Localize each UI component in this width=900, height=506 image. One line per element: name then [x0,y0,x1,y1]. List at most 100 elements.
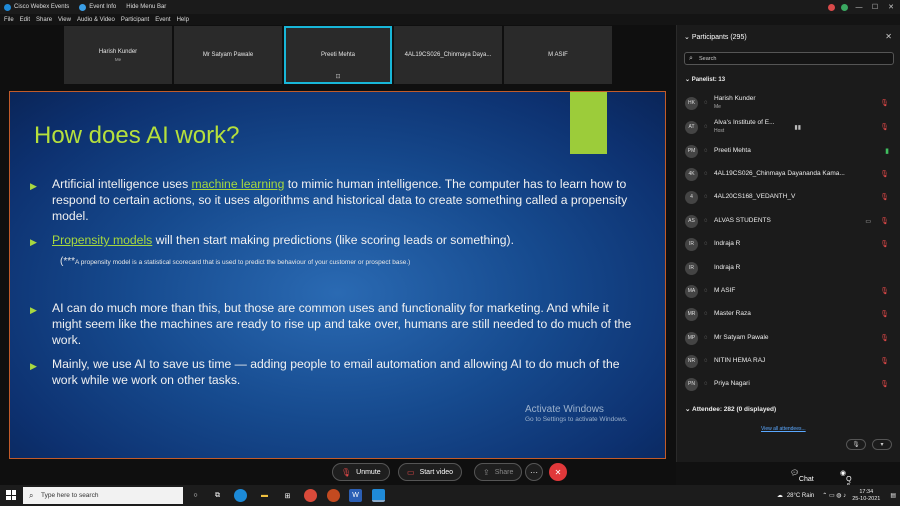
participant-row[interactable]: IR ◌ Indraja R 🎙︎ [685,234,891,254]
webex-logo-icon [4,3,11,11]
participant-row[interactable]: NR ◌ NITIN HEMA RAJ 🎙︎ [685,351,891,371]
file-explorer-icon[interactable]: ▬ [258,489,271,502]
audio-connection-icon: ◌ [704,100,708,106]
cortana-icon[interactable]: ○ [189,489,202,502]
chrome-icon[interactable] [304,489,317,502]
more-options-button[interactable]: ▾ [872,439,892,450]
thumbnail-name: M ASIF [548,52,568,58]
participant-row[interactable]: AT ◌ Alva's Institute of E... Host ▮▮ 🎙︎ [685,117,891,137]
participant-name-block: Priya Nagari [714,380,750,388]
participant-row[interactable]: PM ◌ Preeti Mehta ▮ [685,141,891,161]
taskbar-search-input[interactable]: ⌕ Type here to search [23,487,183,504]
chevron-down-icon: ⌄ [685,77,692,83]
avatar: 4K [685,167,698,181]
footnote-prefix: (*** [60,256,76,267]
leave-meeting-button[interactable]: ✕ [549,463,567,481]
windows-start-button[interactable] [6,490,16,500]
participant-row[interactable]: MA ◌ M ASIF 🎙︎ [685,281,891,301]
participants-header[interactable]: ⌄ Participants (295) [684,33,747,41]
start-video-button[interactable]: ▭ Start video [398,463,463,481]
footnote-text: A propensity model is a statistical scor… [75,259,411,266]
more-options-button[interactable]: ··· [525,463,543,481]
notification-center-icon[interactable]: ▤ [890,492,896,499]
panelist-section-header[interactable]: ⌄ Panelist: 13 [685,76,725,83]
view-all-attendees-link[interactable]: View all attendees... [761,426,806,432]
video-thumbnail[interactable]: Mr Satyam Pawale [174,26,282,84]
maximize-button[interactable]: ☐ [870,3,880,11]
close-window-button[interactable]: ✕ [886,3,896,11]
minimize-button[interactable]: — [854,4,864,11]
hide-menu-bar-button[interactable]: Hide Menu Bar [126,4,166,10]
meeting-stage: Harish Kunder Me Mr Satyam Pawale Preeti… [0,25,676,462]
propensity-models-link[interactable]: Propensity models [52,233,152,247]
avatar: IR [685,237,698,251]
windows-taskbar: ⌕ Type here to search ○ ⧉ ▬ ⊞ W ☁ 28°C R… [0,485,900,506]
mic-muted-icon[interactable]: 🎙︎ [880,99,889,107]
meeting-controls: 🎙︎ Unmute ▭ Start video ⇪ Share ··· ✕ [0,462,676,485]
participant-row[interactable]: MP ◌ Mr Satyam Pawale 🎙︎ [685,328,891,348]
video-thumbnail[interactable]: Harish Kunder Me [64,26,172,84]
participant-row[interactable]: IR Indraja R [685,258,891,278]
mic-muted-icon[interactable]: 🎙︎ [880,123,889,131]
menu-event[interactable]: Event [155,17,170,23]
menu-participant[interactable]: Participant [121,17,149,23]
qa-button[interactable]: ◉ Q & A [840,469,852,497]
share-button[interactable]: ⇪ Share [474,463,523,481]
weather-text[interactable]: 28°C Rain [787,493,814,499]
attendee-section-header[interactable]: ⌄ Attendee: 282 (0 displayed) [685,405,776,413]
audio-connection-icon: ◌ [704,148,708,154]
video-camera-icon[interactable]: ▭ [865,218,871,225]
menu-file[interactable]: File [4,17,14,23]
menu-edit[interactable]: Edit [20,17,30,23]
menu-share[interactable]: Share [36,17,52,23]
video-thumbnail[interactable]: M ASIF [504,26,612,84]
word-icon[interactable]: W [349,489,362,502]
participant-name-block: ALVAS STUDENTS [714,217,771,225]
participant-row[interactable]: HK ◌ Harish Kunder Me 🎙︎ [685,93,891,113]
event-info-button[interactable]: Event Info [79,3,116,11]
mic-on-icon[interactable]: ▮ [885,147,889,155]
mute-all-button[interactable]: 🎙︎ [846,439,866,450]
hide-menu-label: Hide Menu Bar [126,4,167,10]
close-panel-button[interactable]: ✕ [885,32,892,41]
mic-muted-icon[interactable]: 🎙︎ [880,240,889,248]
user-avatar-icon[interactable] [841,3,848,11]
mic-muted-icon[interactable]: 🎙︎ [880,310,889,318]
participant-row[interactable]: PN ◌ Priya Nagari 🎙︎ [685,374,891,394]
mic-muted-icon[interactable]: 🎙︎ [880,334,889,342]
participant-row[interactable]: MR ◌ Master Raza 🎙︎ [685,304,891,324]
participant-row[interactable]: 4K ◌ 4AL19CS026_Chinmaya Dayananda Kama.… [685,164,891,184]
participants-panel: ⌄ Participants (295) ✕ ⌕ Search ⌄ Paneli… [676,25,900,462]
unmute-label: Unmute [356,468,381,476]
taskbar-clock[interactable]: 17:34 25-10-2021 [852,489,880,503]
mic-muted-icon[interactable]: 🎙︎ [880,193,889,201]
task-view-icon[interactable]: ⧉ [211,489,224,502]
video-thumbnail-active-speaker[interactable]: Preeti Mehta ⊡ [284,26,392,84]
mic-muted-icon[interactable]: 🎙︎ [880,287,889,295]
tray-icons[interactable]: ⌃ ▭ ◍ ♪ [822,492,846,499]
chrome-icon[interactable] [327,489,340,502]
slide-bullet: ▶ AI can do much more than this, but tho… [30,300,640,348]
audio-connection-icon: ◌ [704,194,708,200]
pin-icon[interactable]: ⊡ [335,73,340,80]
webex-taskbar-icon[interactable] [372,489,385,502]
edge-icon[interactable] [234,489,247,502]
mic-muted-icon[interactable]: 🎙︎ [880,170,889,178]
notification-icon[interactable] [828,3,835,11]
mic-muted-icon[interactable]: 🎙︎ [880,380,889,388]
participant-row[interactable]: AS ◌ ALVAS STUDENTS ▭ 🎙︎ [685,211,891,231]
menu-audio-video[interactable]: Audio & Video [77,17,115,23]
participant-row[interactable]: 4 ◌ 4AL20CS168_VEDANTH_V 🎙︎ [685,187,891,207]
menu-help[interactable]: Help [177,17,189,23]
store-icon[interactable]: ⊞ [281,489,294,502]
chat-button[interactable]: 💬︎ Chat [790,469,814,483]
mic-muted-icon[interactable]: 🎙︎ [880,357,889,365]
bullet-arrow-icon: ▶ [30,237,37,247]
unmute-button[interactable]: 🎙︎ Unmute [332,463,390,481]
menu-view[interactable]: View [58,17,71,23]
mic-muted-icon[interactable]: 🎙︎ [880,217,889,225]
participant-search-input[interactable]: ⌕ Search [684,52,894,65]
participant-name: 4AL19CS026_Chinmaya Dayananda Kama... [714,170,845,177]
video-thumbnail[interactable]: 4AL19CS026_Chinmaya Daya... [394,26,502,84]
machine-learning-link[interactable]: machine learning [192,177,285,191]
